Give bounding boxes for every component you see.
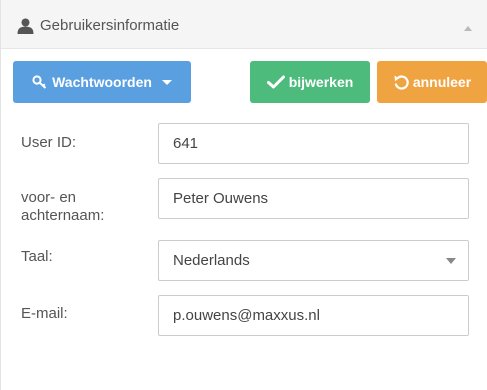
undo-icon xyxy=(394,75,409,90)
email-label: E-mail: xyxy=(21,305,68,322)
cancel-button-label: annuleer xyxy=(412,74,472,90)
update-button[interactable]: bijwerken xyxy=(250,61,370,103)
update-button-label: bijwerken xyxy=(288,74,354,90)
email-field[interactable]: p.ouwens@maxxus.nl xyxy=(158,295,469,336)
language-select-value: Nederlands xyxy=(173,252,250,269)
user-id-field[interactable]: 641 xyxy=(158,123,469,164)
cancel-button[interactable]: annuleer xyxy=(377,61,487,103)
name-label: voor- en achternaam: xyxy=(21,189,104,225)
panel-title-group: Gebruikersinformatie xyxy=(17,17,179,34)
passwords-button-label: Wachtwoorden xyxy=(52,74,152,90)
name-label-line2: achternaam: xyxy=(21,207,105,224)
check-icon xyxy=(266,75,285,89)
panel-header[interactable]: Gebruikersinformatie xyxy=(1,0,487,49)
user-id-label: User ID: xyxy=(21,134,77,151)
chevron-down-icon[interactable] xyxy=(446,258,456,264)
language-label: Taal: xyxy=(21,248,53,265)
key-icon xyxy=(32,75,47,89)
user-icon xyxy=(17,18,34,34)
caret-down-icon xyxy=(161,79,172,85)
passwords-dropdown-button[interactable]: Wachtwoorden xyxy=(13,61,191,103)
user-info-panel: Gebruikersinformatie Wachtwoorden bijwer… xyxy=(0,0,487,390)
name-field[interactable]: Peter Ouwens xyxy=(158,178,469,219)
name-label-line1: voor- en xyxy=(21,189,77,206)
language-select[interactable]: Nederlands xyxy=(158,240,469,281)
panel-title: Gebruikersinformatie xyxy=(40,17,180,34)
chevron-up-icon[interactable] xyxy=(464,26,472,31)
